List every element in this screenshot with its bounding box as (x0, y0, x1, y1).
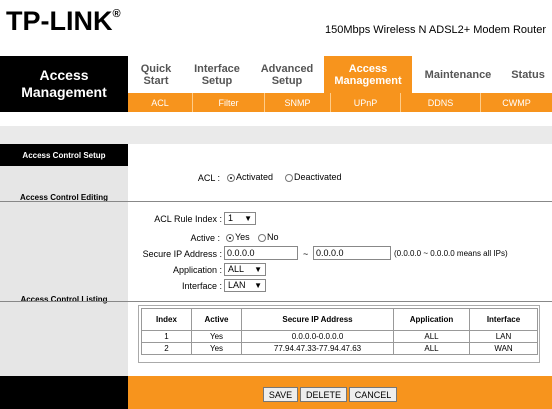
secure-ip-label: Secure IP Address : (142, 249, 222, 259)
table-row: 1 Yes 0.0.0.0-0.0.0.0 ALL LAN (141, 330, 538, 343)
model-name: 150Mbps Wireless N ADSL2+ Modem Router (324, 24, 546, 36)
chevron-down-icon: ▼ (254, 281, 262, 290)
rule-index-select[interactable]: 1 ▼ (224, 212, 256, 225)
column-header: Active (191, 308, 242, 331)
page-title: Access Management (0, 56, 128, 112)
footer-left (0, 376, 128, 409)
subnav-cwmp[interactable]: CWMP (480, 93, 552, 112)
subnav-acl[interactable]: ACL (128, 93, 192, 112)
radio-icon[interactable] (227, 173, 235, 182)
column-header: Interface (469, 308, 538, 331)
interface-select[interactable]: LAN ▼ (224, 279, 266, 292)
divider (0, 201, 552, 202)
subnav-ddns[interactable]: DDNS (400, 93, 480, 112)
section-access-control-listing: Access Control Listing (20, 295, 108, 304)
header: TP-LINK® 150Mbps Wireless N ADSL2+ Modem… (0, 0, 552, 52)
acl-table: Index Active Secure IP Address Applicati… (141, 308, 538, 355)
nav-maintenance[interactable]: Maintenance (412, 56, 504, 93)
subnav-upnp[interactable]: UPnP (330, 93, 400, 112)
active-label: Active : (190, 233, 220, 243)
radio-icon[interactable] (226, 233, 234, 242)
nav-advanced-setup[interactable]: Advanced Setup (250, 56, 324, 93)
divider (0, 301, 552, 302)
application-select[interactable]: ALL ▼ (224, 263, 266, 276)
table-cell: ALL (393, 330, 470, 343)
radio-icon[interactable] (258, 233, 266, 242)
table-cell: ALL (393, 342, 470, 355)
save-button[interactable]: SAVE (263, 387, 298, 402)
chevron-down-icon: ▼ (244, 214, 252, 223)
spacer-bar (0, 126, 552, 144)
subnav-snmp[interactable]: SNMP (264, 93, 330, 112)
nav-status[interactable]: Status (504, 56, 552, 93)
acl-deactivated-option[interactable]: Deactivated (285, 172, 342, 182)
ip-range-separator: ~ (303, 249, 309, 259)
column-header: Secure IP Address (241, 308, 394, 331)
subnav-filter[interactable]: Filter (192, 93, 264, 112)
active-yes-option[interactable]: Yes (226, 232, 250, 242)
column-header: Index (141, 308, 192, 331)
application-label: Application : (172, 265, 222, 275)
table-cell: Yes (191, 330, 242, 343)
table-cell: LAN (469, 330, 538, 343)
table-cell: 2 (141, 342, 192, 355)
table-row: 2 Yes 77.94.47.33-77.94.47.63 ALL WAN (141, 342, 538, 355)
ip-end-field[interactable]: 0.0.0.0 (313, 246, 391, 260)
sub-nav: ACL Filter SNMP UPnP DDNS CWMP (128, 93, 552, 112)
chevron-down-icon: ▼ (254, 265, 262, 274)
rule-index-label: ACL Rule Index : (154, 214, 222, 224)
tp-link-logo: TP-LINK® (6, 6, 121, 36)
active-no-option[interactable]: No (258, 232, 279, 242)
section-access-control-setup: Access Control Setup (0, 144, 128, 166)
table-cell: Yes (191, 342, 242, 355)
table-cell: 77.94.47.33-77.94.47.63 (241, 342, 394, 355)
acl-activated-option[interactable]: Activated (227, 172, 273, 182)
table-cell: 0.0.0.0-0.0.0.0 (241, 330, 394, 343)
acl-label: ACL : (197, 173, 220, 183)
column-header: Application (393, 308, 470, 331)
nav-access-management[interactable]: Access Management (324, 56, 412, 93)
nav-interface-setup[interactable]: Interface Setup (184, 56, 250, 93)
ip-range-hint: (0.0.0.0 ~ 0.0.0.0 means all IPs) (394, 249, 508, 258)
main-nav: Quick Start Interface Setup Advanced Setup … (128, 56, 552, 93)
ip-start-field[interactable]: 0.0.0.0 (224, 246, 298, 260)
table-cell: WAN (469, 342, 538, 355)
nav-quick-start[interactable]: Quick Start (128, 56, 184, 93)
table-cell: 1 (141, 330, 192, 343)
delete-button[interactable]: DELETE (300, 387, 347, 402)
interface-label: Interface : (181, 281, 222, 291)
radio-icon[interactable] (285, 173, 293, 182)
cancel-button[interactable]: CANCEL (349, 387, 397, 402)
table-header-row: Index Active Secure IP Address Applicati… (141, 308, 538, 331)
